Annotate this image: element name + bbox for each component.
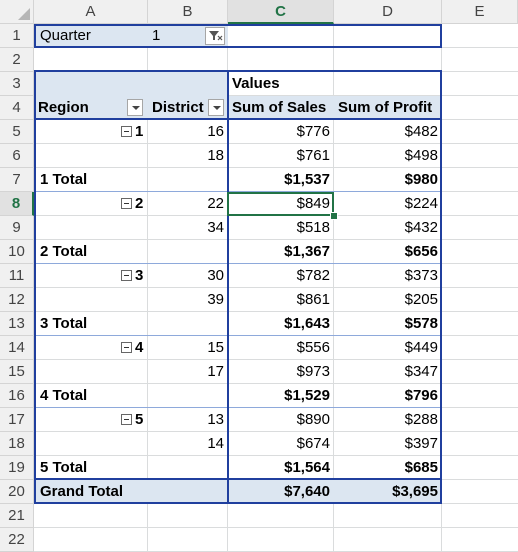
row-header-3[interactable]: 3 <box>0 72 34 96</box>
row-header-6[interactable]: 6 <box>0 144 34 168</box>
row-header-8[interactable]: 8 <box>0 192 34 216</box>
district-cell: 13 <box>207 411 224 428</box>
profit-cell: $205 <box>404 291 438 308</box>
profit-cell: $288 <box>404 411 438 428</box>
active-cell-selection[interactable] <box>227 192 334 216</box>
row-header-4[interactable]: 4 <box>0 96 34 120</box>
row-header-13[interactable]: 13 <box>0 312 34 336</box>
region-label: 4 <box>135 339 144 356</box>
column-header-d[interactable]: D <box>334 0 442 24</box>
fill-handle[interactable] <box>330 212 338 220</box>
collapse-icon[interactable] <box>121 270 132 281</box>
profit-cell: $347 <box>404 363 438 380</box>
row-header-17[interactable]: 17 <box>0 408 34 432</box>
profit-cell: $397 <box>404 435 438 452</box>
district-cell: 34 <box>207 219 224 236</box>
district-cell: 14 <box>207 435 224 452</box>
row-header-1[interactable]: 1 <box>0 24 34 48</box>
profit-cell: $449 <box>404 339 438 356</box>
subtotal-label: 2 Total <box>40 243 88 260</box>
sales-cell: $556 <box>296 339 330 356</box>
collapse-icon[interactable] <box>121 414 132 425</box>
select-all-corner[interactable] <box>0 0 34 24</box>
subtotal-profit: $685 <box>404 459 438 476</box>
column-header-c[interactable]: C <box>228 0 334 24</box>
region-header: Region <box>38 99 89 116</box>
district-cell: 16 <box>207 123 224 140</box>
subtotal-sales: $1,529 <box>284 387 330 404</box>
subtotal-sales: $1,367 <box>284 243 330 260</box>
collapse-icon[interactable] <box>121 342 132 353</box>
sales-cell: $674 <box>296 435 330 452</box>
profit-header: Sum of Profit <box>338 99 433 116</box>
region-label: 2 <box>135 195 144 212</box>
sales-cell: $782 <box>296 267 330 284</box>
region-label: 1 <box>135 123 144 140</box>
row-header-18[interactable]: 18 <box>0 432 34 456</box>
values-header: Values <box>232 75 280 92</box>
row-header-16[interactable]: 16 <box>0 384 34 408</box>
district-dropdown-button[interactable] <box>208 99 224 116</box>
subtotal-label: 5 Total <box>40 459 88 476</box>
sales-cell: $861 <box>296 291 330 308</box>
row-header-7[interactable]: 7 <box>0 168 34 192</box>
filter-dropdown-button[interactable] <box>205 27 225 45</box>
sales-cell: $890 <box>296 411 330 428</box>
filter-value: 1 <box>152 27 161 44</box>
district-cell: 15 <box>207 339 224 356</box>
district-cell: 22 <box>207 195 224 212</box>
subtotal-profit: $578 <box>404 315 438 332</box>
sales-cell: $776 <box>296 123 330 140</box>
subtotal-label: 1 Total <box>40 171 88 188</box>
spreadsheet-grid: A B C D E 1 2 3 4 5 6 7 8 9 10 11 12 13 14 15 16 17 18 19 2… <box>0 0 518 552</box>
profit-cell: $432 <box>404 219 438 236</box>
row-header-2[interactable]: 2 <box>0 48 34 72</box>
row-header-22[interactable]: 22 <box>0 528 34 552</box>
filter-icon <box>209 31 223 41</box>
row-header-12[interactable]: 12 <box>0 288 34 312</box>
subtotal-label: 3 Total <box>40 315 88 332</box>
region-label: 3 <box>135 267 144 284</box>
district-cell: 39 <box>207 291 224 308</box>
row-header-5[interactable]: 5 <box>0 120 34 144</box>
district-cell: 17 <box>207 363 224 380</box>
row-header-19[interactable]: 19 <box>0 456 34 480</box>
grand-total-sales: $7,640 <box>284 483 330 500</box>
profit-cell: $373 <box>404 267 438 284</box>
collapse-icon[interactable] <box>121 198 132 209</box>
row-header-10[interactable]: 10 <box>0 240 34 264</box>
region-label: 5 <box>135 411 144 428</box>
row-header-15[interactable]: 15 <box>0 360 34 384</box>
collapse-icon[interactable] <box>121 126 132 137</box>
subtotal-profit: $980 <box>404 171 438 188</box>
subtotal-sales: $1,537 <box>284 171 330 188</box>
subtotal-sales: $1,643 <box>284 315 330 332</box>
row-header-21[interactable]: 21 <box>0 504 34 528</box>
subtotal-sales: $1,564 <box>284 459 330 476</box>
column-header-e[interactable]: E <box>442 0 518 24</box>
subtotal-profit: $796 <box>404 387 438 404</box>
subtotal-profit: $656 <box>404 243 438 260</box>
profit-cell: $224 <box>404 195 438 212</box>
district-cell: 30 <box>207 267 224 284</box>
row-header-14[interactable]: 14 <box>0 336 34 360</box>
sales-header: Sum of Sales <box>232 99 327 116</box>
region-dropdown-button[interactable] <box>127 99 143 116</box>
subtotal-label: 4 Total <box>40 387 88 404</box>
grand-total-profit: $3,695 <box>392 483 438 500</box>
district-cell: 18 <box>207 147 224 164</box>
row-header-20[interactable]: 20 <box>0 480 34 504</box>
sales-cell: $761 <box>296 147 330 164</box>
grand-total-label: Grand Total <box>40 483 124 500</box>
profit-cell: $482 <box>404 123 438 140</box>
column-header-a[interactable]: A <box>34 0 148 24</box>
sales-cell: $518 <box>296 219 330 236</box>
sales-cell: $973 <box>296 363 330 380</box>
profit-cell: $498 <box>404 147 438 164</box>
row-header-9[interactable]: 9 <box>0 216 34 240</box>
district-header: District <box>152 99 204 116</box>
column-header-b[interactable]: B <box>148 0 228 24</box>
row-header-11[interactable]: 11 <box>0 264 34 288</box>
filter-label: Quarter <box>40 27 91 44</box>
